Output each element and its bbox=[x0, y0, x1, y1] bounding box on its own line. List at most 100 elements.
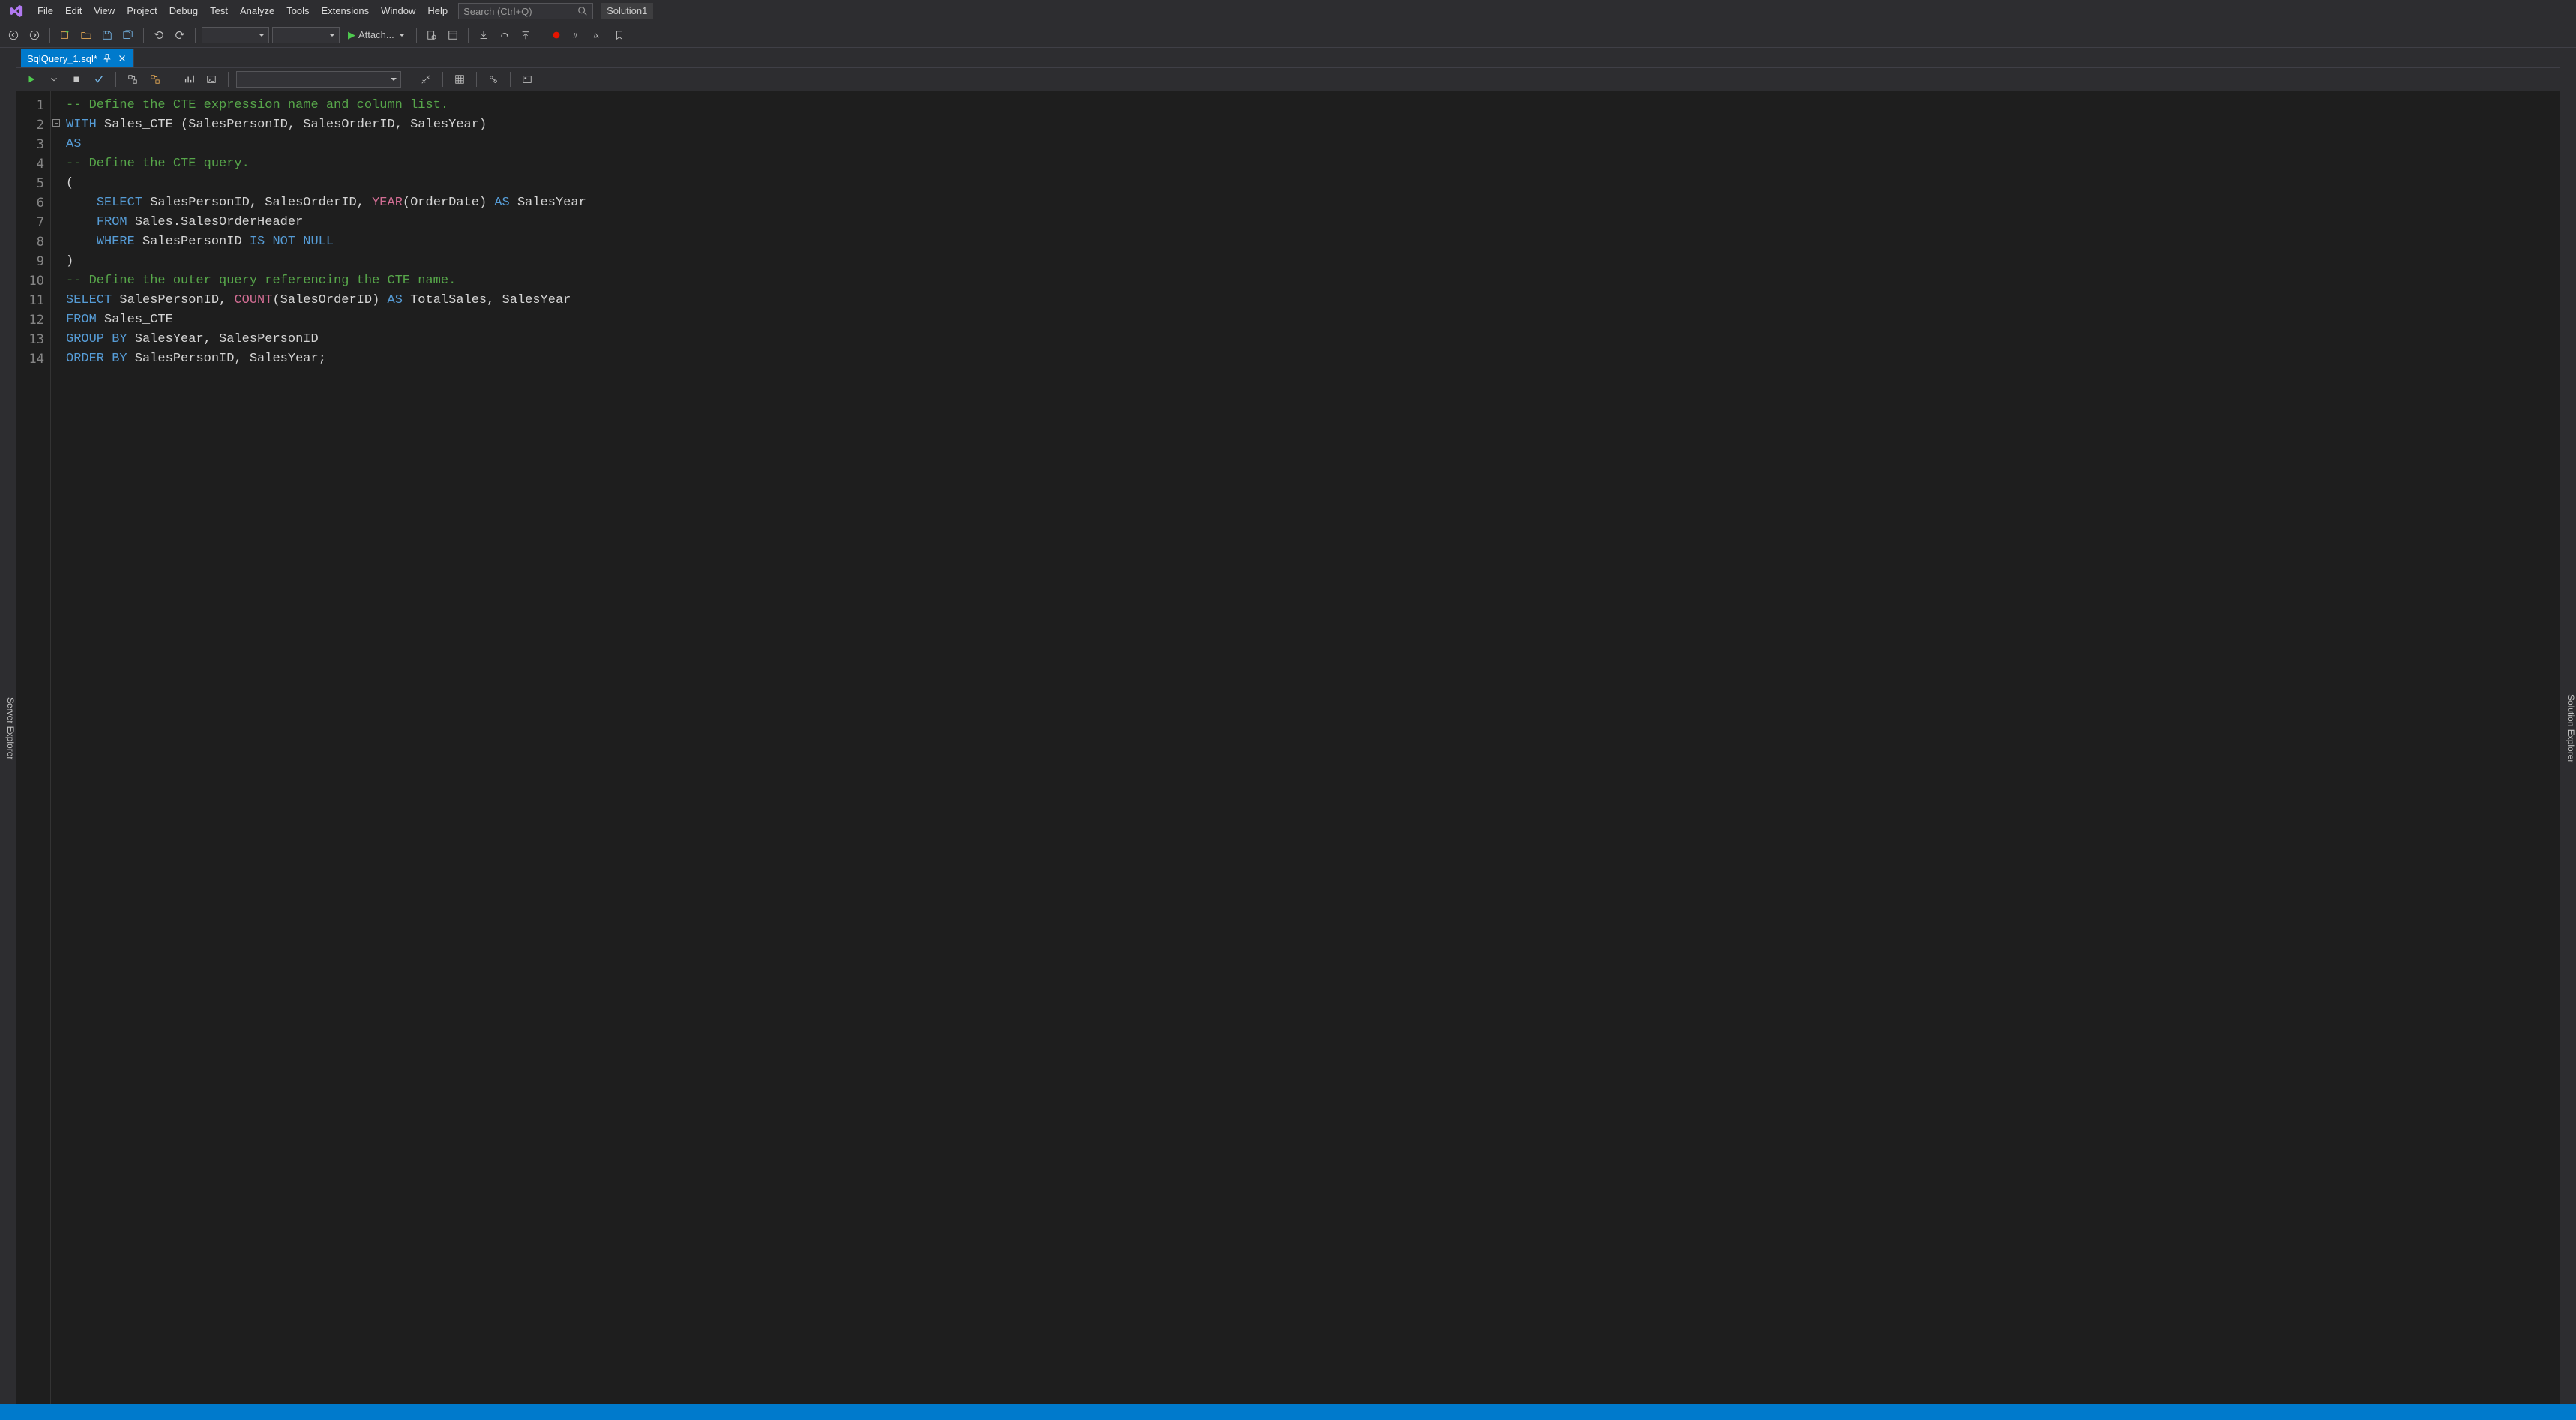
menu-project[interactable]: Project bbox=[121, 0, 163, 22]
search-icon bbox=[577, 6, 588, 16]
search-placeholder: Search (Ctrl+Q) bbox=[463, 6, 532, 17]
actual-plan-button[interactable] bbox=[146, 70, 164, 88]
outlining-margin[interactable] bbox=[51, 91, 61, 1404]
code-line[interactable]: ORDER BY SalesPersonID, SalesYear; bbox=[66, 349, 2560, 369]
app-frame: FileEditViewProjectDebugTestAnalyzeTools… bbox=[0, 0, 2576, 1420]
menu-tools[interactable]: Tools bbox=[280, 0, 315, 22]
code-line[interactable]: SELECT SalesPersonID, COUNT(SalesOrderID… bbox=[66, 291, 2560, 310]
line-number: 13 bbox=[16, 330, 44, 349]
connection-button[interactable] bbox=[417, 70, 435, 88]
code-line[interactable]: FROM Sales.SalesOrderHeader bbox=[66, 213, 2560, 232]
new-project-button[interactable] bbox=[56, 26, 74, 44]
redo-button[interactable] bbox=[171, 26, 189, 44]
code-area[interactable]: -- Define the CTE expression name and co… bbox=[61, 91, 2560, 1404]
separator bbox=[228, 72, 229, 87]
separator bbox=[476, 72, 477, 87]
stop-button[interactable] bbox=[67, 70, 85, 88]
comment-button[interactable]: // bbox=[568, 26, 586, 44]
line-number: 3 bbox=[16, 135, 44, 154]
execute-button[interactable] bbox=[22, 70, 40, 88]
separator bbox=[195, 28, 196, 43]
execute-dropdown[interactable] bbox=[45, 70, 63, 88]
menu-file[interactable]: File bbox=[31, 0, 59, 22]
step-into-button[interactable] bbox=[475, 26, 493, 44]
separator bbox=[143, 28, 144, 43]
solution-explorer-tab[interactable]: Solution Explorer bbox=[2560, 48, 2576, 1404]
code-line[interactable]: AS bbox=[66, 135, 2560, 154]
line-number: 10 bbox=[16, 271, 44, 291]
menu-edit[interactable]: Edit bbox=[59, 0, 88, 22]
quick-search[interactable]: Search (Ctrl+Q) bbox=[458, 3, 593, 19]
code-editor[interactable]: 1234567891011121314 -- Define the CTE ex… bbox=[16, 91, 2560, 1404]
code-line[interactable]: WITH Sales_CTE (SalesPersonID, SalesOrde… bbox=[66, 115, 2560, 135]
results-grid-button[interactable] bbox=[451, 70, 469, 88]
svg-text://: // bbox=[573, 31, 577, 39]
svg-text:/x: /x bbox=[594, 31, 599, 39]
separator bbox=[416, 28, 417, 43]
line-number: 14 bbox=[16, 349, 44, 369]
code-line[interactable]: -- Define the CTE query. bbox=[66, 154, 2560, 174]
code-line[interactable]: WHERE SalesPersonID IS NOT NULL bbox=[66, 232, 2560, 252]
step-out-button[interactable] bbox=[517, 26, 535, 44]
sqlcmd-mode-button[interactable] bbox=[202, 70, 220, 88]
open-file-button[interactable] bbox=[77, 26, 95, 44]
menu-analyze[interactable]: Analyze bbox=[234, 0, 280, 22]
sql-editor-toolbar bbox=[16, 67, 2560, 91]
include-statistics-button[interactable] bbox=[180, 70, 198, 88]
status-bar bbox=[0, 1404, 2576, 1420]
server-explorer-tab[interactable]: Server Explorer bbox=[0, 48, 16, 1404]
change-connection-button[interactable] bbox=[518, 70, 536, 88]
menu-bar: FileEditViewProjectDebugTestAnalyzeTools… bbox=[0, 0, 2576, 22]
attach-debugger-button[interactable]: ▶ Attach... bbox=[343, 27, 410, 43]
estimated-plan-button[interactable] bbox=[124, 70, 142, 88]
code-line[interactable]: GROUP BY SalesYear, SalesPersonID bbox=[66, 330, 2560, 349]
toggle-breakpoint-button[interactable] bbox=[547, 26, 565, 44]
close-icon[interactable] bbox=[117, 53, 127, 64]
new-query-button[interactable] bbox=[484, 70, 502, 88]
solution-config-dropdown[interactable] bbox=[202, 27, 269, 43]
menu-debug[interactable]: Debug bbox=[163, 0, 204, 22]
save-button[interactable] bbox=[98, 26, 116, 44]
code-line[interactable]: FROM Sales_CTE bbox=[66, 310, 2560, 330]
back-button[interactable] bbox=[4, 26, 22, 44]
parse-button[interactable] bbox=[90, 70, 108, 88]
forward-button[interactable] bbox=[25, 26, 43, 44]
undo-button[interactable] bbox=[150, 26, 168, 44]
document-tab-label: SqlQuery_1.sql* bbox=[27, 53, 97, 64]
separator bbox=[510, 72, 511, 87]
menu-extensions[interactable]: Extensions bbox=[316, 0, 376, 22]
step-over-button[interactable] bbox=[496, 26, 514, 44]
line-number: 2 bbox=[16, 115, 44, 135]
find-in-files-button[interactable] bbox=[423, 26, 441, 44]
document-tab[interactable]: SqlQuery_1.sql* bbox=[21, 49, 134, 67]
separator bbox=[49, 28, 50, 43]
bookmark-button[interactable] bbox=[610, 26, 628, 44]
play-icon: ▶ bbox=[348, 29, 355, 41]
menu-window[interactable]: Window bbox=[375, 0, 421, 22]
solution-name[interactable]: Solution1 bbox=[601, 3, 653, 19]
pin-icon[interactable] bbox=[102, 53, 112, 64]
code-line[interactable]: ) bbox=[66, 252, 2560, 271]
vs-logo-icon bbox=[7, 2, 25, 20]
line-number: 1 bbox=[16, 96, 44, 115]
menu-view[interactable]: View bbox=[88, 0, 121, 22]
menu-test[interactable]: Test bbox=[204, 0, 234, 22]
database-dropdown[interactable] bbox=[236, 71, 401, 88]
line-number: 12 bbox=[16, 310, 44, 330]
code-line[interactable]: -- Define the outer query referencing th… bbox=[66, 271, 2560, 291]
menu-help[interactable]: Help bbox=[421, 0, 454, 22]
save-all-button[interactable] bbox=[119, 26, 137, 44]
line-number: 4 bbox=[16, 154, 44, 174]
outline-collapse-icon[interactable] bbox=[52, 119, 60, 127]
right-tool-label: Solution Explorer bbox=[2566, 694, 2576, 762]
uncomment-button[interactable]: /x bbox=[589, 26, 607, 44]
separator bbox=[115, 72, 116, 87]
side-tool-label: Server Explorer bbox=[5, 697, 16, 759]
line-number: 8 bbox=[16, 232, 44, 252]
code-line[interactable]: SELECT SalesPersonID, SalesOrderID, YEAR… bbox=[66, 193, 2560, 213]
line-number: 11 bbox=[16, 291, 44, 310]
solution-platform-dropdown[interactable] bbox=[272, 27, 340, 43]
properties-button[interactable] bbox=[444, 26, 462, 44]
code-line[interactable]: ( bbox=[66, 174, 2560, 193]
code-line[interactable]: -- Define the CTE expression name and co… bbox=[66, 96, 2560, 115]
